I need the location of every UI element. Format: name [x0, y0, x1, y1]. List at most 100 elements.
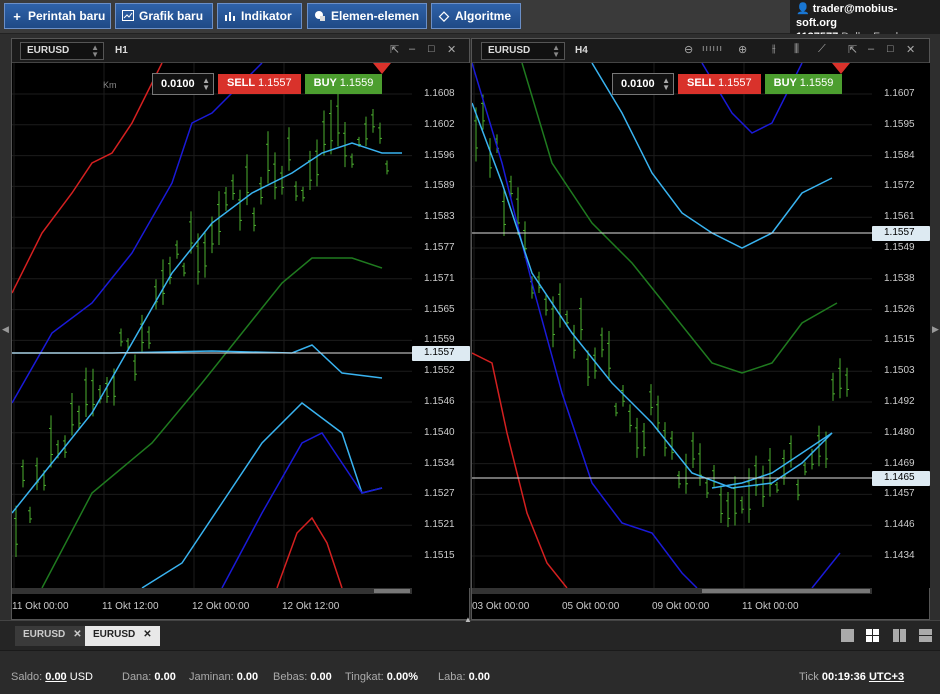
- time-tick-label: 05 Okt 00:00: [562, 601, 620, 612]
- chart-header: EURUSD ▲ ▼ H1 ⇱ – □ ✕: [12, 39, 469, 63]
- price-tick-label: 1.1538: [884, 272, 915, 284]
- chart-window-h4[interactable]: EURUSD ▲ ▼ H4 ⊖ ıııııı ⊕ ⫲ ⫼ ⟋ ⇱ – □ ✕ 1.1…: [471, 38, 930, 620]
- time-tick-label: 11 Okt 00:00: [12, 601, 69, 612]
- bebas-stat: Bebas: 0.00: [273, 671, 332, 683]
- jaminan-stat: Jaminan: 0.00: [189, 671, 259, 683]
- lot-input[interactable]: 0.0100 ▲ ▼: [612, 73, 674, 95]
- price-tick-label: 1.1546: [424, 396, 455, 407]
- sell-button[interactable]: SELL 1.1557: [218, 74, 301, 94]
- indicator-button[interactable]: Indikator: [217, 3, 302, 29]
- price-plot[interactable]: [472, 63, 872, 588]
- timeframe-label[interactable]: H4: [575, 45, 588, 56]
- new-chart-button[interactable]: Grafik baru: [115, 3, 213, 29]
- chart-window-h1[interactable]: EURUSD ▲ ▼ H1 ⇱ – □ ✕ 1.1608 1.1602 1.1596 1.…: [11, 38, 470, 620]
- symbol-select[interactable]: EURUSD ▲ ▼: [481, 42, 565, 60]
- timezone-select[interactable]: UTC+3: [869, 671, 904, 683]
- laba-stat: Laba: 0.00: [438, 671, 491, 683]
- main-toolbar: + Perintah baru Grafik baru Indikator El…: [0, 0, 940, 43]
- price-tick-label: 1.1446: [884, 519, 915, 531]
- price-axis[interactable]: 1.1608 1.1602 1.1596 1.1589 1.1583 1.1577 1.15…: [412, 63, 470, 588]
- diamond-icon: ◇: [439, 8, 449, 23]
- close-icon[interactable]: ✕: [447, 43, 456, 56]
- time-tick-label: 03 Okt 00:00: [472, 601, 530, 612]
- maximize-icon[interactable]: □: [428, 43, 435, 55]
- price-tick-label: 1.1561: [884, 211, 915, 223]
- shapes-icon: [314, 9, 326, 24]
- price-tick-label: 1.1583: [424, 211, 455, 223]
- price-tick-label: 1.1607: [884, 88, 915, 99]
- account-panel[interactable]: 👤 trader@mobius-soft.org 1137577 Dollar …: [790, 0, 940, 43]
- indicator-line: [811, 552, 841, 588]
- current-price-tag: 1.1465: [872, 471, 930, 486]
- minimize-icon[interactable]: –: [409, 43, 415, 55]
- buy-button[interactable]: BUY 1.1559: [764, 74, 843, 94]
- buy-button[interactable]: BUY 1.1559: [304, 74, 383, 94]
- trade-panel: 0.0100 ▲ ▼ SELL 1.1557 BUY 1.1559: [612, 73, 843, 95]
- minimize-icon[interactable]: –: [868, 43, 874, 55]
- zoom-out-icon[interactable]: ⊖: [684, 43, 693, 56]
- marker-icon: [373, 63, 391, 74]
- price-tick-label: 1.1515: [424, 550, 455, 561]
- tingkat-stat: Tingkat: 0.00%: [345, 671, 418, 683]
- user-icon: 👤: [796, 3, 810, 15]
- lot-input[interactable]: 0.0100 ▲ ▼: [152, 73, 214, 95]
- sell-button[interactable]: SELL 1.1557: [678, 74, 761, 94]
- price-plot[interactable]: [12, 63, 412, 588]
- price-tick-label: 1.1480: [884, 426, 915, 438]
- detach-icon[interactable]: ⇱: [848, 43, 857, 56]
- indicator-line: [41, 257, 383, 588]
- indicator-line: [141, 402, 383, 588]
- bar-chart-type-icon[interactable]: ⫲: [772, 43, 776, 56]
- spinner-icon: ▲ ▼: [662, 76, 670, 92]
- elements-button[interactable]: Elemen-elemen: [307, 3, 427, 29]
- time-tick-label: 12 Okt 00:00: [192, 601, 250, 612]
- indicator-line: [521, 63, 838, 374]
- price-tick-label: 1.1540: [424, 426, 455, 438]
- chart-tab[interactable]: EURUSD ✕: [15, 626, 90, 646]
- new-order-button[interactable]: + Perintah baru: [4, 3, 111, 29]
- spinner-icon: ▲ ▼: [91, 43, 99, 59]
- zoom-in-icon[interactable]: ⊕: [738, 43, 747, 56]
- time-tick-label: 11 Okt 12:00: [102, 601, 159, 612]
- layout-single-icon[interactable]: [841, 629, 854, 642]
- price-tick-label: 1.1526: [884, 303, 915, 315]
- indicator-line: [12, 63, 163, 294]
- close-icon[interactable]: ✕: [73, 629, 81, 643]
- price-tick-label: 1.1595: [884, 118, 915, 130]
- indicator-line: [472, 102, 833, 489]
- chart-tab-active[interactable]: EURUSD ✕: [85, 626, 160, 646]
- symbol-select[interactable]: EURUSD ▲ ▼: [20, 42, 104, 60]
- price-tick-label: 1.1515: [884, 334, 915, 346]
- maximize-icon[interactable]: □: [887, 43, 894, 55]
- overlay-label: Km: [103, 80, 117, 90]
- detach-icon[interactable]: ⇱: [390, 43, 399, 56]
- close-icon[interactable]: ✕: [143, 629, 151, 643]
- price-tick-label: 1.1457: [884, 488, 915, 500]
- timeframe-label[interactable]: H1: [115, 45, 128, 56]
- horizontal-scrollbar[interactable]: [12, 588, 412, 594]
- layout-rows-icon[interactable]: [919, 629, 932, 642]
- indicator-line: [12, 142, 402, 514]
- indicator-line: [472, 352, 568, 588]
- close-icon[interactable]: ✕: [906, 43, 915, 56]
- indicator-line: [472, 63, 698, 588]
- price-axis[interactable]: 1.1607 1.1595 1.1584 1.1572 1.1561 1.1549 1.15…: [872, 63, 930, 588]
- price-tick-label: 1.1565: [424, 303, 455, 315]
- zoom-slider[interactable]: ıııııı: [702, 43, 723, 53]
- price-tick-label: 1.1469: [884, 457, 915, 469]
- chart-tabs-bar: ▲ EURUSD ✕ EURUSD ✕: [0, 615, 940, 650]
- layout-grid-icon[interactable]: [866, 629, 879, 642]
- algorithm-button[interactable]: ◇ Algoritme: [431, 3, 521, 29]
- collapse-up-icon[interactable]: ▲: [464, 615, 472, 624]
- indicator-line: [276, 516, 343, 588]
- indicator-line: [711, 432, 833, 489]
- candle-chart-type-icon[interactable]: ⫼: [794, 43, 799, 56]
- price-tick-label: 1.1503: [884, 365, 915, 377]
- right-collapse-icon[interactable]: ▶: [932, 324, 939, 335]
- time-tick-label: 12 Okt 12:00: [282, 601, 340, 612]
- horizontal-scrollbar[interactable]: [472, 588, 872, 594]
- price-tick-label: 1.1559: [424, 334, 455, 346]
- line-chart-type-icon[interactable]: ⟋: [818, 43, 826, 56]
- layout-columns-icon[interactable]: [893, 629, 906, 642]
- left-collapse-icon[interactable]: ◀: [2, 324, 9, 335]
